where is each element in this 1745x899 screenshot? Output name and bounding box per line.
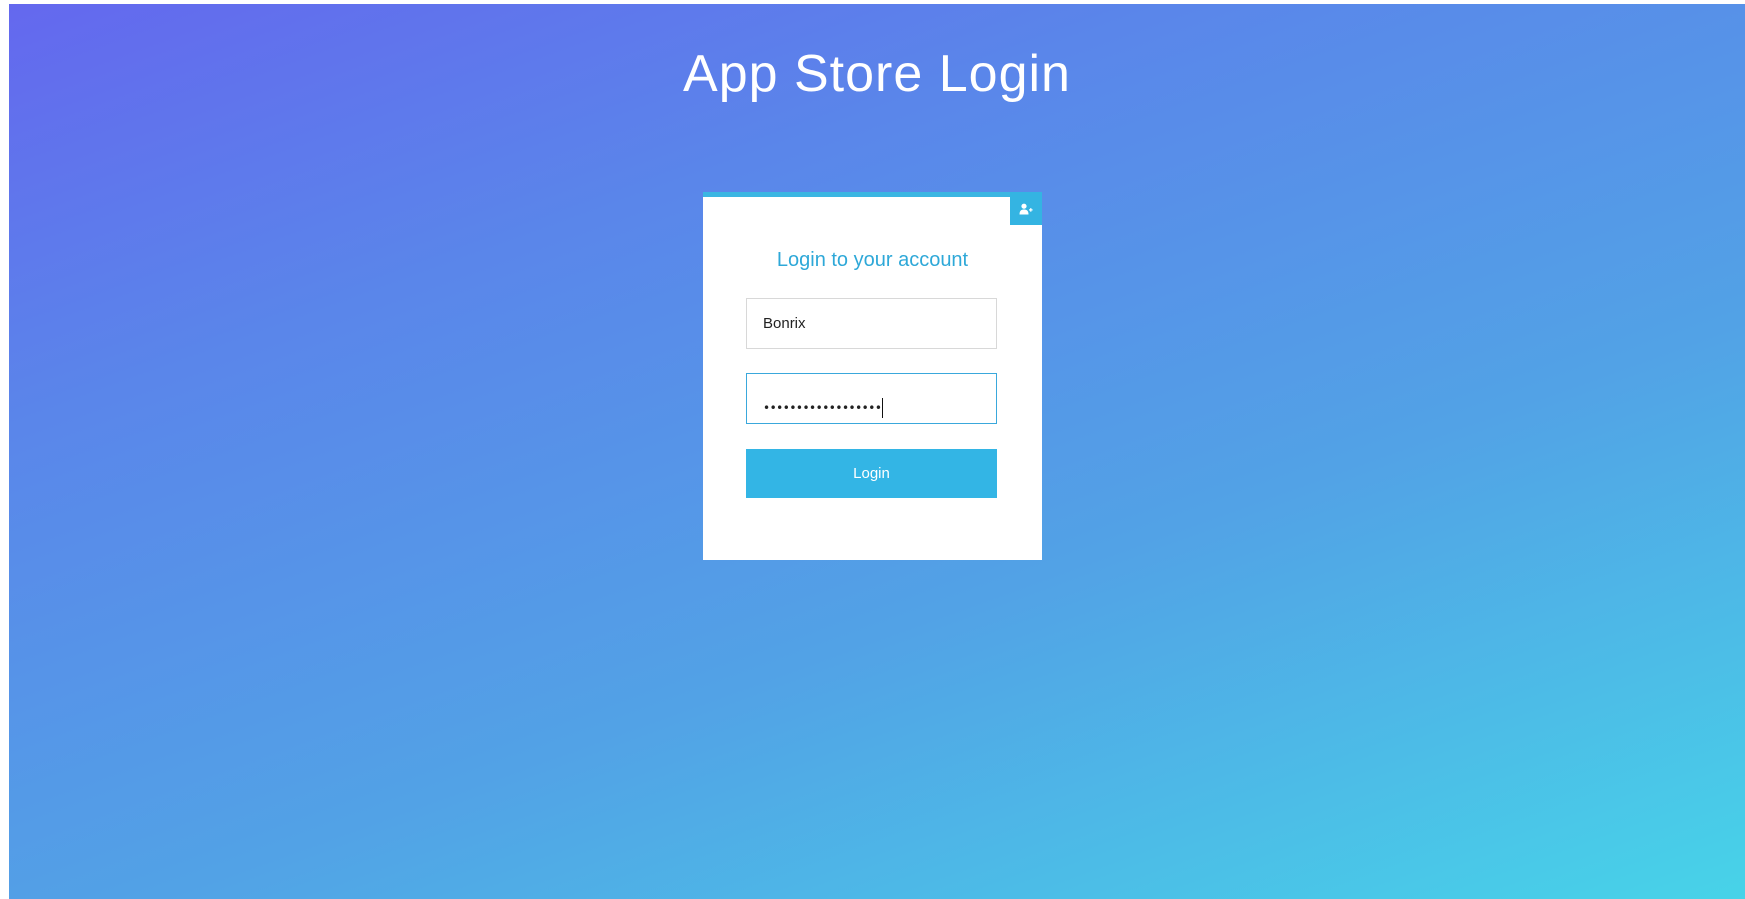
login-page-background: App Store Login Login to your account ••… [9, 4, 1745, 899]
password-input[interactable] [746, 373, 997, 424]
login-button[interactable]: Login [746, 449, 997, 498]
page-title: App Store Login [683, 45, 1071, 103]
login-card: Login to your account ••••••••••••••••••… [703, 192, 1042, 560]
add-user-icon [1019, 203, 1033, 214]
login-heading: Login to your account [776, 249, 969, 271]
register-toggle-button[interactable] [1010, 192, 1042, 225]
username-input[interactable] [746, 298, 997, 349]
